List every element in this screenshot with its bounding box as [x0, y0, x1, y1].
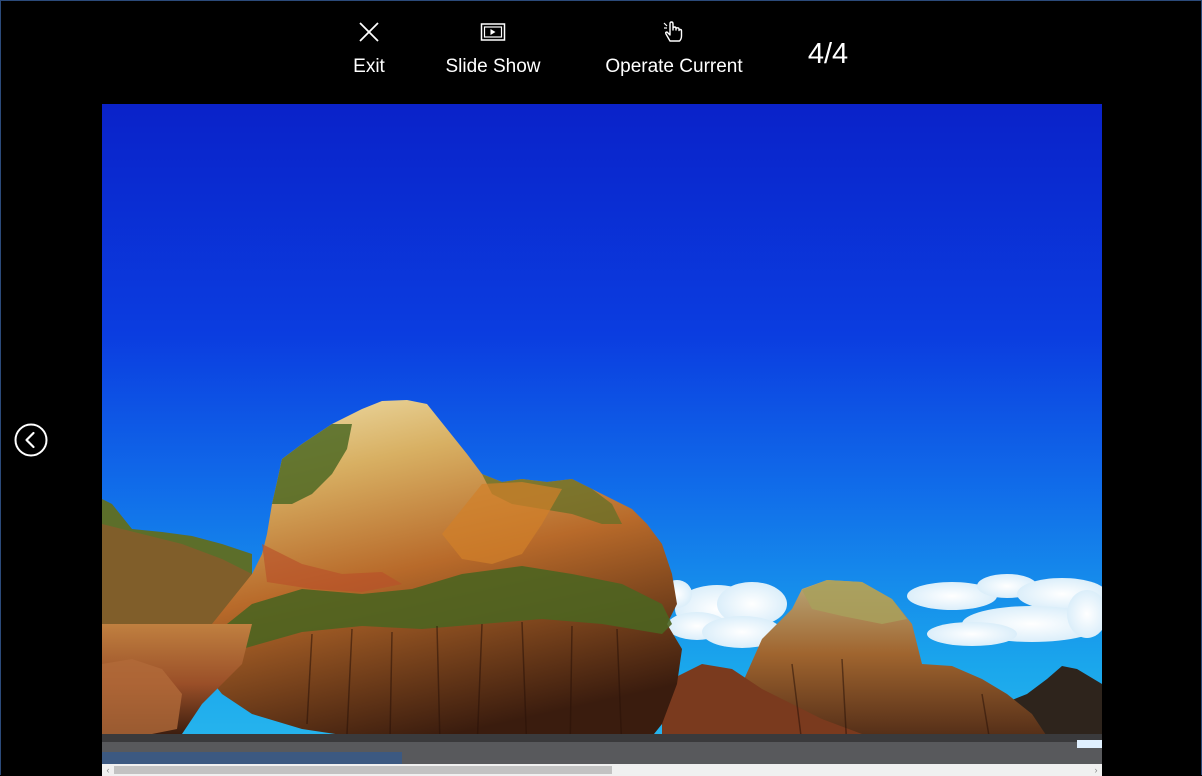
chevron-left-circle-icon — [14, 423, 48, 461]
close-icon — [356, 19, 382, 45]
scrollbar-thumb[interactable] — [114, 766, 612, 774]
slideshow-icon — [480, 19, 506, 45]
image-viewport[interactable] — [102, 104, 1102, 764]
previous-image-button[interactable] — [14, 423, 48, 457]
viewer-toolbar: Exit Slide Show Operate Current 4/4 — [1, 1, 1201, 103]
hand-pointer-icon — [661, 19, 687, 45]
image-counter: 4/4 — [807, 38, 849, 70]
exit-button[interactable]: Exit — [341, 19, 397, 89]
scroll-right-icon[interactable]: › — [1090, 764, 1102, 776]
scroll-left-icon[interactable]: ‹ — [102, 764, 114, 776]
photo-viewer-window: Exit Slide Show Operate Current 4/4 ‹ › — [0, 0, 1202, 776]
slideshow-button[interactable]: Slide Show — [437, 19, 549, 89]
slideshow-label: Slide Show — [445, 56, 541, 77]
horizontal-scrollbar[interactable]: ‹ › — [102, 764, 1102, 776]
exit-label: Exit — [353, 56, 385, 77]
landscape-photo — [102, 104, 1102, 764]
operate-current-button[interactable]: Operate Current — [595, 19, 753, 89]
operate-current-label: Operate Current — [605, 56, 743, 77]
